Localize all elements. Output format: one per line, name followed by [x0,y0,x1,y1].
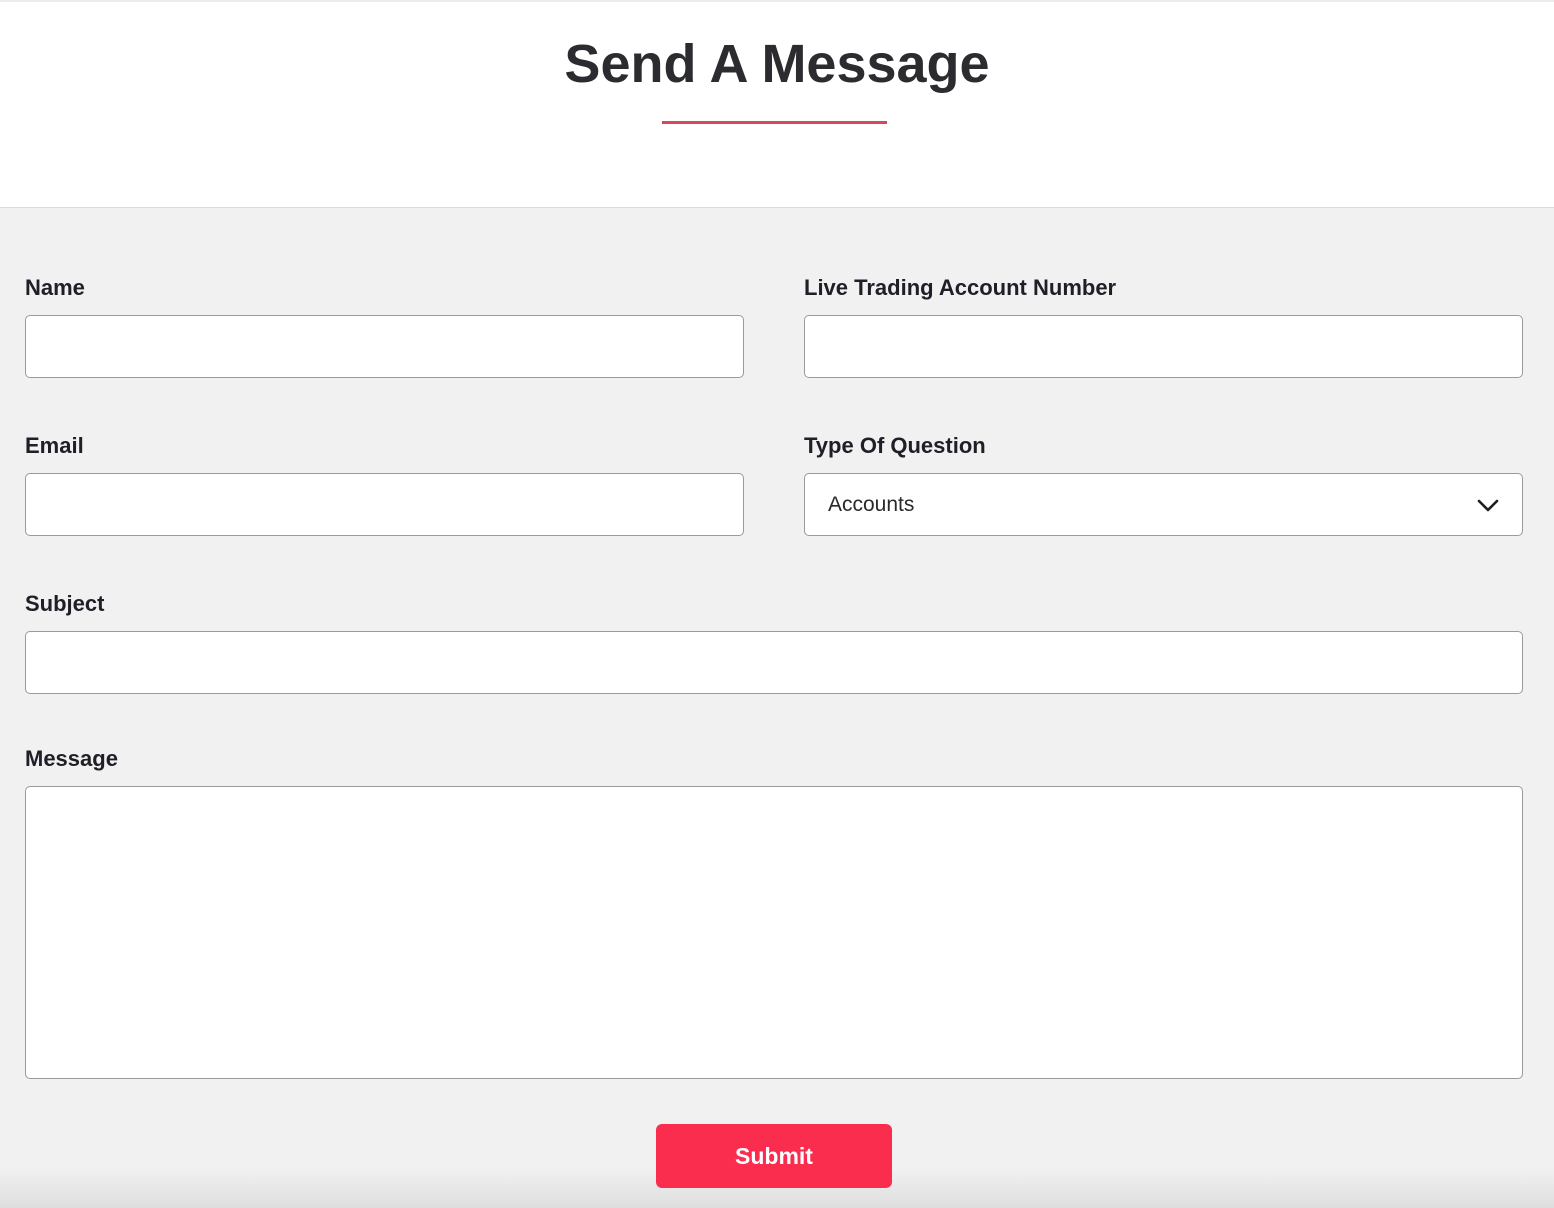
question-type-select[interactable]: Accounts [804,473,1523,536]
subject-input[interactable] [25,631,1523,694]
email-label: Email [25,433,84,458]
subject-label: Subject [25,591,105,616]
chevron-down-icon [1477,499,1499,512]
name-label: Name [25,275,85,300]
account-number-input[interactable] [804,315,1523,378]
message-textarea[interactable] [25,786,1523,1079]
message-label: Message [25,746,118,771]
question-type-selected-value: Accounts [828,493,915,516]
email-input[interactable] [25,473,744,536]
page-title: Send A Message [564,34,990,94]
account-number-label: Live Trading Account Number [804,275,1117,300]
page-header: Send A Message [0,0,1554,208]
title-underline [662,121,887,124]
top-divider [0,0,1554,2]
submit-button[interactable]: Submit [656,1124,892,1188]
question-type-label: Type Of Question [804,433,986,458]
name-input[interactable] [25,315,744,378]
